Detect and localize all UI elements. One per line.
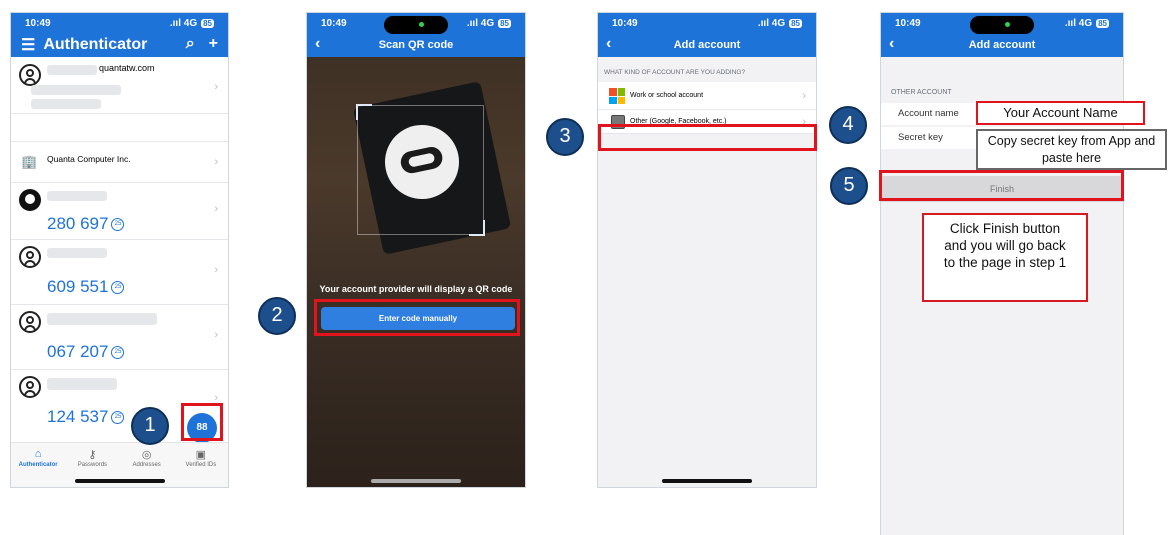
section-header: WHAT KIND OF ACCOUNT ARE YOU ADDING?: [604, 69, 746, 76]
redacted-text: [47, 378, 117, 390]
back-chevron-icon[interactable]: ‹: [606, 36, 611, 52]
account-item[interactable]: 280 697 25 ›: [11, 183, 228, 240]
header-bar: 10:49 .ııl 4G 85 ‹ Add account: [881, 13, 1123, 57]
avatar-icon: [19, 376, 41, 398]
dynamic-island: [384, 16, 448, 34]
otp-code: 124 537 25: [47, 407, 125, 427]
account-name-label: Account name: [898, 108, 959, 119]
back-chevron-icon[interactable]: ‹: [889, 36, 894, 52]
highlight-scan-button: [181, 403, 223, 441]
step-badge-1: 1: [131, 407, 169, 445]
redacted-text: [47, 248, 107, 258]
status-bar: 10:49 .ııl 4G 85: [11, 13, 228, 33]
location-pin-icon: ◎: [141, 449, 152, 461]
tab-bar: ⌂ Authenticator ⚷ Passwords ◎ Addresses ▣ Ve…: [11, 442, 228, 487]
timer-icon: 25: [111, 218, 125, 232]
redacted-text: [31, 99, 101, 109]
home-indicator: [662, 479, 752, 483]
header-bar: 10:49 .ııl 4G 85 ‹ Add account: [598, 13, 816, 57]
timer-icon: 25: [111, 281, 125, 295]
avatar-icon: [19, 246, 41, 268]
tab-authenticator[interactable]: ⌂ Authenticator: [11, 443, 65, 487]
microsoft-logo-icon: [609, 88, 625, 104]
battery-indicator: 85: [1096, 18, 1109, 28]
step-badge-2: 2: [258, 297, 296, 335]
timer-icon: 25: [111, 411, 125, 425]
account-item-blank: [11, 114, 228, 142]
key-icon: ⚷: [88, 449, 97, 461]
chevron-right-icon: ›: [802, 90, 806, 102]
secret-key-label: Secret key: [898, 132, 943, 143]
chevron-right-icon: ›: [214, 203, 218, 215]
account-item[interactable]: 609 551 25 ›: [11, 240, 228, 305]
status-time: 10:49: [612, 17, 638, 29]
tab-verified-ids[interactable]: ▣ Verified IDs: [174, 443, 228, 487]
signal-indicator: .ııl 4G: [466, 17, 495, 29]
step-badge-3: 3: [546, 118, 584, 156]
signal-indicator: .ııl 4G: [757, 17, 786, 29]
battery-indicator: 85: [201, 18, 214, 28]
option-work-or-school[interactable]: Work or school account ›: [598, 82, 816, 110]
signal-indicator: .ııl 4G: [169, 17, 198, 29]
id-card-icon: ▣: [195, 449, 207, 461]
account-name: quantatw.com: [99, 63, 155, 73]
menu-icon[interactable]: ☰: [21, 35, 35, 55]
dynamic-island: [970, 16, 1034, 34]
scan-hint: Your account provider will display a QR …: [319, 284, 513, 294]
battery-indicator: 85: [789, 18, 802, 28]
chevron-right-icon: ›: [214, 264, 218, 276]
highlight-enter-manually: [314, 299, 520, 336]
search-icon[interactable]: ⌕: [186, 35, 195, 53]
home-icon: ⌂: [34, 448, 42, 460]
status-bar: 10:49 .ııl 4G 85: [598, 13, 816, 33]
account-name: Quanta Computer Inc.: [47, 154, 131, 164]
otp-code: 609 551 25: [47, 277, 125, 297]
home-indicator: [74, 479, 165, 483]
header-bar: 10:49 .ııl 4G 85 ‹ Scan QR code: [307, 13, 525, 57]
qr-scan-frame: [356, 104, 485, 236]
finish-instruction-note: Click Finish button and you will go back…: [922, 213, 1088, 302]
chevron-right-icon: ›: [214, 156, 218, 168]
avatar-icon: [19, 311, 41, 333]
page-title: Authenticator: [43, 36, 148, 53]
add-account-screen: 10:49 .ııl 4G 85 ‹ Add account WHAT KIND …: [597, 12, 817, 488]
scan-qr-screen: 10:49 .ııl 4G 85 ‹ Scan QR code Your acco…: [306, 12, 526, 488]
chevron-right-icon: ›: [214, 81, 218, 93]
secret-key-field[interactable]: Copy secret key from App and paste here: [976, 129, 1167, 170]
github-icon: [19, 189, 41, 211]
step-badge-5: 5: [830, 167, 868, 205]
otp-code: 067 207 25: [47, 342, 125, 362]
building-icon: 🏢: [21, 154, 38, 169]
account-name-field[interactable]: Your Account Name: [976, 101, 1145, 125]
add-icon[interactable]: +: [209, 35, 218, 53]
status-time: 10:49: [25, 17, 51, 29]
home-indicator: [371, 479, 461, 483]
highlight-finish-button: [879, 170, 1124, 201]
highlight-other-account: [598, 124, 817, 151]
status-time: 10:49: [895, 17, 921, 29]
account-item[interactable]: quantatw.com ›: [11, 57, 228, 114]
avatar-icon: [19, 64, 41, 86]
chevron-right-icon: ›: [214, 329, 218, 341]
timer-icon: 25: [111, 346, 125, 360]
redacted-text: [47, 191, 107, 201]
signal-indicator: .ııl 4G: [1064, 17, 1093, 29]
section-header: OTHER ACCOUNT: [891, 89, 952, 96]
page-title: Add account: [968, 39, 1036, 51]
page-title: Add account: [673, 39, 741, 51]
account-item[interactable]: 067 207 25 ›: [11, 305, 228, 370]
redacted-text: [31, 85, 121, 95]
header-bar: 10:49 .ııl 4G 85 ☰ Authenticator ⌕ +: [11, 13, 228, 57]
account-item[interactable]: 🏢 Quanta Computer Inc. ›: [11, 142, 228, 183]
page-title: Scan QR code: [378, 39, 454, 51]
step-badge-4: 4: [829, 106, 867, 144]
redacted-text: [47, 65, 97, 75]
status-time: 10:49: [321, 17, 347, 29]
otp-code: 280 697 25: [47, 214, 125, 234]
redacted-text: [47, 313, 157, 325]
back-chevron-icon[interactable]: ‹: [315, 36, 320, 52]
battery-indicator: 85: [498, 18, 511, 28]
